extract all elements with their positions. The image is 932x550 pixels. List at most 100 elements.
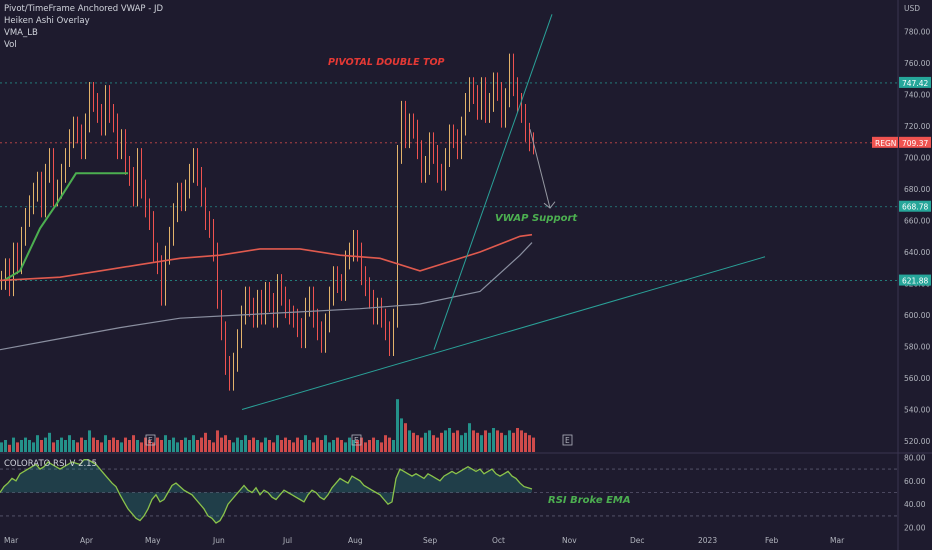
volume-bar [240, 440, 243, 452]
volume-bar [196, 440, 199, 452]
volume-bar [172, 437, 175, 452]
volume-bar [312, 442, 315, 452]
volume-bar [12, 437, 15, 452]
volume-bar [372, 437, 375, 452]
volume-bar [284, 437, 287, 452]
volume-bar [504, 435, 507, 452]
volume-bar [116, 440, 119, 452]
time-tick-label: Nov [562, 536, 577, 545]
volume-bar [36, 435, 39, 452]
overlay-line [0, 233, 533, 282]
rsi-pane-title[interactable]: COLORATO RSI V 2.15 [4, 459, 97, 469]
volume-bar [128, 440, 131, 452]
volume-bar [424, 432, 427, 452]
volume-bar [412, 432, 415, 452]
volume-bar [368, 440, 371, 452]
volume-bar [344, 442, 347, 452]
price-tick-label: 640.00 [904, 248, 930, 257]
volume-bar [64, 440, 67, 452]
volume-bar [156, 437, 159, 452]
volume-bar [208, 440, 211, 452]
volume-bar [88, 430, 91, 452]
volume-bar [124, 437, 127, 452]
volume-bar [24, 437, 27, 452]
volume-bar [232, 442, 235, 452]
volume-bar [432, 435, 435, 452]
volume-bar [184, 437, 187, 452]
volume-bar [52, 442, 55, 452]
price-tick-label: 540.00 [904, 405, 930, 414]
volume-bar [384, 435, 387, 452]
volume-bar [60, 437, 63, 452]
volume-bar [280, 440, 283, 452]
volume-bar [264, 437, 267, 452]
volume-bar [200, 437, 203, 452]
volume-bar [224, 435, 227, 452]
price-tick-label: 780.00 [904, 28, 930, 37]
volume-bar [380, 442, 383, 452]
price-tick-label: 520.00 [904, 437, 930, 446]
volume-bar [532, 437, 535, 452]
legend-item-vwap[interactable]: Pivot/TimeFrame Anchored VWAP - JD [4, 3, 163, 15]
earnings-marker-label: E [354, 436, 359, 445]
volume-bar [192, 435, 195, 452]
volume-bar [44, 437, 47, 452]
volume-bar [340, 440, 343, 452]
volume-bar [300, 440, 303, 452]
volume-bar [484, 430, 487, 452]
earnings-marker-label: E [148, 436, 153, 445]
price-tick-label: 580.00 [904, 343, 930, 352]
price-tick-label: 600.00 [904, 311, 930, 320]
legend-item-volume[interactable]: Vol [4, 39, 163, 51]
volume-bar [376, 440, 379, 452]
volume-bar [80, 437, 83, 452]
price-tick-label: 760.00 [904, 59, 930, 68]
volume-bar [460, 435, 463, 452]
volume-bar [272, 442, 275, 452]
time-tick-label: Oct [492, 536, 505, 545]
price-chart-svg[interactable]: 780.00 760.00 740.00 720.00 700.00 680.00 660.… [0, 0, 932, 550]
volume-bar [32, 442, 35, 452]
volume-bar [444, 430, 447, 452]
volume-bar [108, 440, 111, 452]
volume-bar [496, 430, 499, 452]
volume-bar [348, 437, 351, 452]
time-tick-label: Dec [630, 536, 645, 545]
volume-bar [4, 440, 7, 452]
rsi-tick-label: 40.00 [904, 500, 926, 509]
volume-bar [448, 428, 451, 452]
time-tick-label: Feb [765, 536, 779, 545]
price-axis-label: REGN [875, 139, 896, 148]
legend-item-heiken-ashi[interactable]: Heiken Ashi Overlay [4, 15, 163, 27]
volume-bar [440, 432, 443, 452]
volume-bar [16, 442, 19, 452]
time-tick-label: Mar [830, 536, 845, 545]
rsi-tick-label: 80.00 [904, 453, 926, 462]
indicator-legend: Pivot/TimeFrame Anchored VWAP - JD Heike… [4, 3, 163, 51]
volume-bar [512, 432, 515, 452]
volume-bar [516, 428, 519, 452]
volume-bar [408, 430, 411, 452]
annotation-vwap-support: VWAP Support [495, 213, 578, 224]
volume-bar [68, 435, 71, 452]
volume-bar [252, 437, 255, 452]
volume-bar [332, 440, 335, 452]
volume-bar [236, 437, 239, 452]
volume-bar [160, 440, 163, 452]
time-tick-label: Aug [348, 536, 363, 545]
volume-bar [168, 440, 171, 452]
volume-bar [396, 399, 399, 452]
legend-item-vma[interactable]: VMA_LB [4, 27, 163, 39]
volume-bar [492, 428, 495, 452]
volume-bar [328, 442, 331, 452]
volume-bar [92, 437, 95, 452]
volume-bar [268, 440, 271, 452]
volume-bar [228, 440, 231, 452]
volume-bar [472, 430, 475, 452]
volume-bar [500, 432, 503, 452]
volume-bar [176, 442, 179, 452]
volume-bar [456, 430, 459, 452]
price-tick-label: 560.00 [904, 374, 930, 383]
volume-bar [288, 440, 291, 452]
annotation-rsi-broke: RSI Broke EMA [548, 495, 631, 506]
